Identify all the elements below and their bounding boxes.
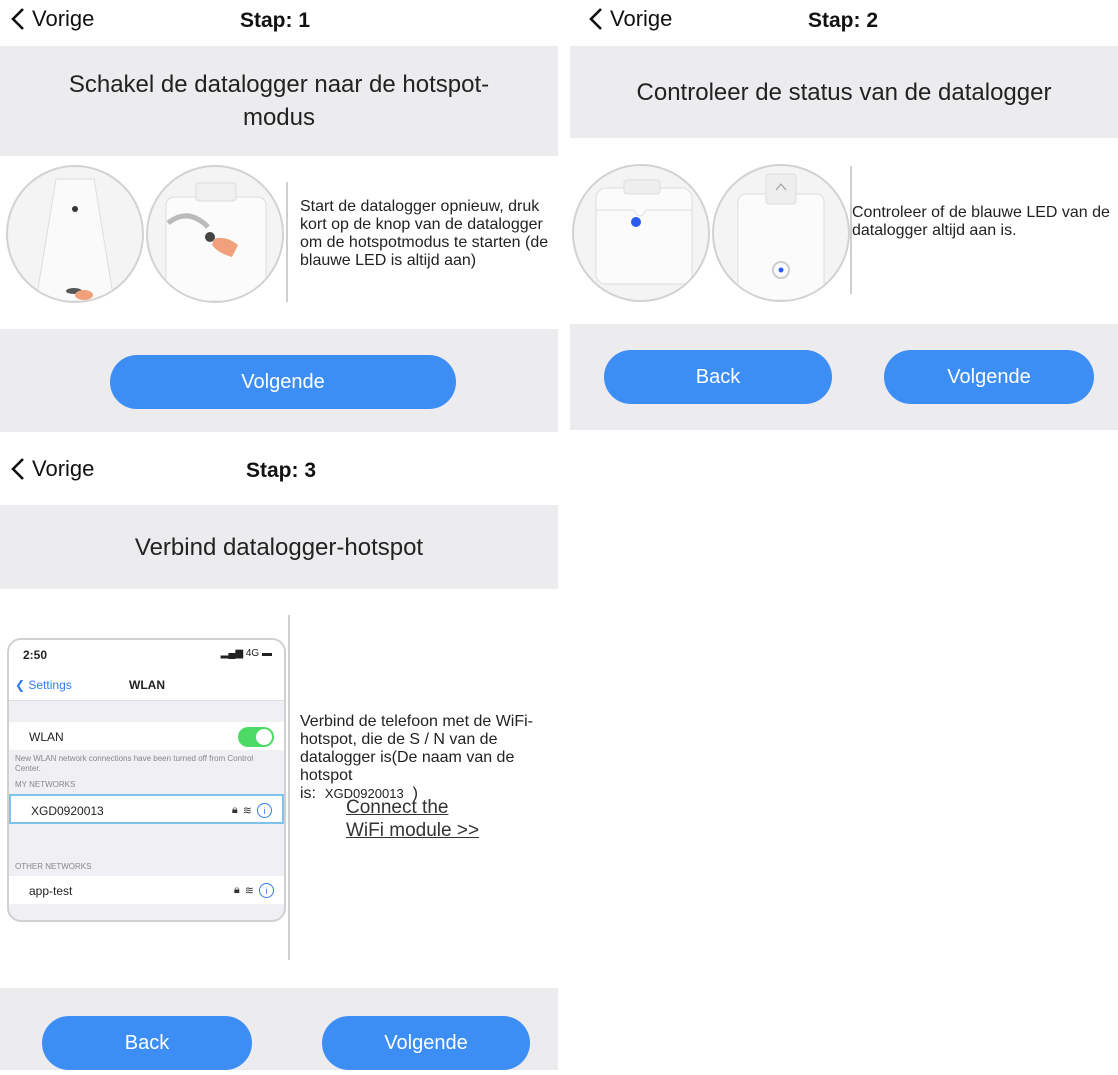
step1-header: Schakel de datalogger naar de hotspot-mo… xyxy=(0,46,558,156)
phone-nav-bar: ❮ Settings WLAN xyxy=(9,670,284,701)
step3-topbar: Vorige Stap: 3 xyxy=(0,450,558,495)
step2-back-button[interactable]: Back xyxy=(604,350,832,404)
step1-next-button[interactable]: Volgende xyxy=(110,355,456,409)
chevron-left-icon xyxy=(589,8,602,30)
step3-hotspot-prefix: is: xyxy=(300,785,316,802)
step2-back-label: Vorige xyxy=(610,6,673,31)
phone-my-network-row: XGD0920013 🔒︎ ≋ i xyxy=(9,794,284,824)
step1-description: Start de datalogger opnieuw, druk kort o… xyxy=(300,198,549,269)
lock-icon: 🔒︎ xyxy=(233,884,240,896)
phone-other-network-row: app-test 🔒︎ ≋ i xyxy=(9,876,284,904)
network-status-icons: 🔒︎ ≋ i xyxy=(234,883,274,898)
lock-icon: 🔒︎ xyxy=(231,804,238,816)
step3-divider xyxy=(288,615,290,960)
connect-wifi-module-link[interactable]: Connect the WiFi module >> xyxy=(346,796,479,842)
wifi-icon: ≋ xyxy=(242,805,252,817)
info-icon: i xyxy=(257,803,272,818)
phone-my-networks-label: MY NETWORKS xyxy=(15,780,76,789)
chevron-left-icon xyxy=(11,8,24,30)
step3-next-button[interactable]: Volgende xyxy=(322,1016,530,1070)
step2-title: Stap: 2 xyxy=(808,9,879,32)
step3-button-band: Back Volgende xyxy=(0,988,558,1070)
link-line1: Connect the xyxy=(346,797,449,818)
step1-panel: Vorige Stap: 1 Schakel de datalogger naa… xyxy=(0,0,558,432)
step3-description: Verbind de telefoon met de WiFi-hotspot,… xyxy=(300,713,550,803)
step2-next-button[interactable]: Volgende xyxy=(884,350,1094,404)
step2-panel: Vorige Stap: 2 Controleer de status van … xyxy=(570,0,1118,432)
step1-button-band: Volgende xyxy=(0,329,558,432)
phone-other-networks-label: OTHER NETWORKS xyxy=(15,862,92,871)
step1-back-link[interactable]: Vorige xyxy=(10,6,94,32)
step2-header: Controleer de status van de datalogger xyxy=(570,46,1118,138)
step3-back-link[interactable]: Vorige xyxy=(10,456,94,482)
phone-wlan-row: WLAN xyxy=(9,722,284,750)
phone-wlan-screenshot: 2:50 ▂▄▆ 4G ▬ ❮ Settings WLAN WLAN New W… xyxy=(7,638,286,922)
signal-icon: ▂▄▆ 4G ▬ xyxy=(220,648,272,659)
phone-signal-label: 4G xyxy=(245,648,260,659)
link-line2: WiFi module >> xyxy=(346,820,480,841)
step3-back-label: Vorige xyxy=(32,456,95,481)
step1-divider xyxy=(286,182,288,302)
step3-header: Verbind datalogger-hotspot xyxy=(0,505,558,589)
step3-back-button[interactable]: Back xyxy=(42,1016,252,1070)
datalogger-bottom-illustration xyxy=(6,165,144,303)
datalogger-button-illustration xyxy=(146,165,284,303)
step2-button-band: Back Volgende xyxy=(570,324,1118,430)
step1-topbar: Vorige Stap: 1 xyxy=(0,0,558,45)
step2-header-text: Controleer de status van de datalogger xyxy=(636,78,1052,106)
step1-header-text: Schakel de datalogger naar de hotspot-mo… xyxy=(68,71,490,131)
step2-description: Controleer of de blauwe LED van de datal… xyxy=(852,204,1110,239)
phone-my-network-name: XGD0920013 xyxy=(31,804,104,818)
datalogger-front-illustration xyxy=(572,164,710,302)
step1-back-label: Vorige xyxy=(32,6,95,31)
phone-settings-back: ❮ Settings xyxy=(15,678,72,692)
step2-back-link[interactable]: Vorige xyxy=(588,6,672,32)
phone-settings-label: Settings xyxy=(28,678,72,692)
phone-other-network-name: app-test xyxy=(29,884,73,898)
step1-title: Stap: 1 xyxy=(240,9,311,32)
phone-nav-title: WLAN xyxy=(129,678,165,692)
step3-header-text: Verbind datalogger-hotspot xyxy=(134,533,424,561)
phone-wlan-label: WLAN xyxy=(29,730,64,744)
network-status-icons: 🔒︎ ≋ i xyxy=(232,803,272,818)
phone-wlan-note: New WLAN network connections have been t… xyxy=(15,754,254,773)
datalogger-side-illustration xyxy=(712,164,850,302)
step3-description-text: Verbind de telefoon met de WiFi-hotspot,… xyxy=(300,713,534,784)
phone-time: 2:50 xyxy=(23,648,48,662)
wifi-icon: ≋ xyxy=(244,885,254,897)
step3-title: Stap: 3 xyxy=(246,459,317,482)
wlan-toggle xyxy=(238,727,274,747)
info-icon: i xyxy=(259,883,274,898)
step2-topbar: Vorige Stap: 2 xyxy=(570,0,1118,45)
step3-panel: Vorige Stap: 3 Verbind datalogger-hotspo… xyxy=(0,450,558,1070)
phone-status-bar: 2:50 ▂▄▆ 4G ▬ xyxy=(9,640,284,670)
chevron-left-icon xyxy=(11,458,24,480)
